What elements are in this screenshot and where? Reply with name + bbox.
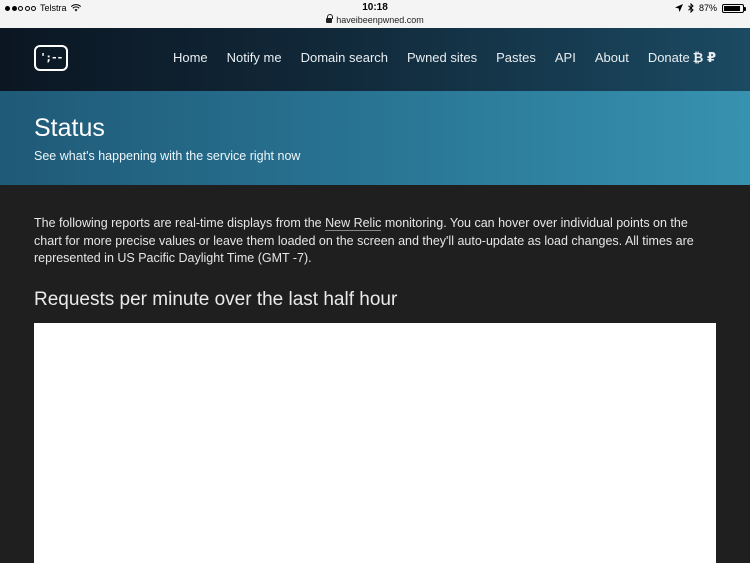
nav-notify-me[interactable]: Notify me xyxy=(227,50,282,66)
nav-api[interactable]: API xyxy=(555,50,576,66)
url-text: haveibeenpwned.com xyxy=(336,15,424,25)
ios-status-bar: Telstra 10:18 haveibeenpwned.com 87% xyxy=(0,0,750,28)
address-bar[interactable]: haveibeenpwned.com xyxy=(0,14,750,25)
requests-chart-title: Requests per minute over the last half h… xyxy=(34,289,398,310)
nav-pwned-sites[interactable]: Pwned sites xyxy=(407,50,477,66)
site-navbar: ';-- Home Notify me Domain search Pwned … xyxy=(0,28,750,91)
page-subtitle: See what's happening with the service ri… xyxy=(34,149,301,163)
page-header: Status See what's happening with the ser… xyxy=(0,91,750,185)
nav-home[interactable]: Home xyxy=(173,50,208,66)
donate-label: Donate xyxy=(647,50,690,65)
intro-text-start: The following reports are real-time disp… xyxy=(34,216,326,230)
main-nav: Home Notify me Domain search Pwned sites… xyxy=(173,50,716,66)
clock: 10:18 xyxy=(362,2,388,13)
nav-domain-search[interactable]: Domain search xyxy=(301,50,388,66)
nav-donate[interactable]: Donate ₿ ₽ xyxy=(648,50,716,66)
bluetooth-icon xyxy=(688,3,694,13)
nav-about[interactable]: About xyxy=(595,50,629,66)
battery-icon xyxy=(722,3,746,13)
nav-pastes[interactable]: Pastes xyxy=(496,50,536,66)
new-relic-link[interactable]: New Relic xyxy=(325,216,382,231)
intro-paragraph: The following reports are real-time disp… xyxy=(34,215,716,268)
page-title: Status xyxy=(34,114,105,142)
bitcoin-ruble-icon: ₿ ₽ xyxy=(692,50,716,65)
battery-fill xyxy=(724,5,740,11)
location-arrow-icon xyxy=(674,4,683,12)
requests-chart-embed[interactable] xyxy=(34,323,716,563)
battery-percent: 87% xyxy=(698,3,717,13)
lock-icon xyxy=(326,14,334,23)
status-indicators: 87% xyxy=(674,3,746,13)
site-logo[interactable]: ';-- xyxy=(34,45,68,71)
